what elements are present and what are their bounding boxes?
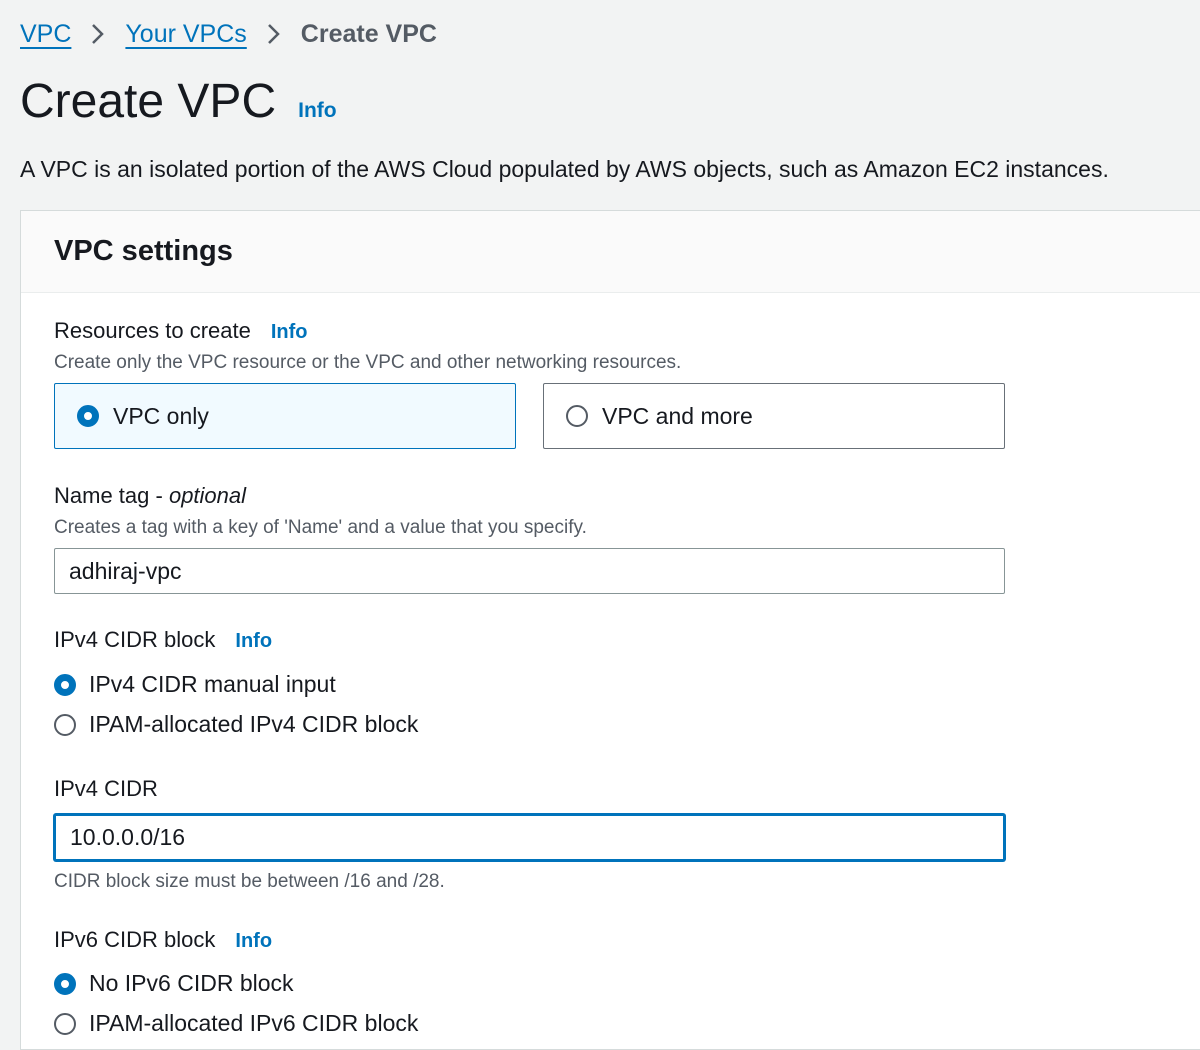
- name-tag-optional: optional: [168, 483, 247, 508]
- resources-label: Resources to create Info: [54, 318, 308, 344]
- ipv4-block-info-link[interactable]: Info: [235, 630, 272, 653]
- breadcrumb: VPC Your VPCs Create VPC: [20, 18, 437, 50]
- ipv4-cidr-label-text: IPv4 CIDR: [54, 776, 158, 801]
- resources-info-link[interactable]: Info: [271, 321, 308, 344]
- radio-unchecked-icon: [566, 405, 588, 427]
- panel-header: VPC settings: [21, 211, 1200, 293]
- ipv4-ipam-radio[interactable]: IPAM-allocated IPv4 CIDR block: [54, 711, 418, 738]
- no-ipv6-label: No IPv6 CIDR block: [89, 970, 294, 996]
- breadcrumb-vpc-link[interactable]: VPC: [20, 20, 71, 49]
- ipv6-ipam-radio[interactable]: IPAM-allocated IPv6 CIDR block: [54, 1010, 418, 1037]
- page-description: A VPC is an isolated portion of the AWS …: [20, 156, 1109, 182]
- ipv4-manual-input-label: IPv4 CIDR manual input: [89, 671, 336, 697]
- ipv4-block-label: IPv4 CIDR block Info: [54, 627, 272, 653]
- ipv6-ipam-label: IPAM-allocated IPv6 CIDR block: [89, 1010, 419, 1036]
- breadcrumb-your-vpcs-link[interactable]: Your VPCs: [125, 20, 246, 49]
- no-ipv6-radio[interactable]: No IPv6 CIDR block: [54, 970, 294, 997]
- panel-title: VPC settings: [54, 235, 233, 267]
- radio-checked-icon: [54, 972, 76, 995]
- radio-unchecked-icon: [54, 1012, 76, 1035]
- radio-checked-icon: [77, 405, 99, 427]
- name-tag-label-text: Name tag: [54, 483, 150, 508]
- resources-hint: Create only the VPC resource or the VPC …: [54, 352, 682, 373]
- ipv4-ipam-label: IPAM-allocated IPv4 CIDR block: [89, 711, 419, 737]
- vpc-settings-panel: VPC settings Resources to create Info Cr…: [20, 210, 1200, 1050]
- ipv6-block-label: IPv6 CIDR block Info: [54, 927, 272, 953]
- radio-unchecked-icon: [54, 713, 76, 736]
- radio-checked-icon: [54, 673, 76, 696]
- breadcrumb-current: Create VPC: [300, 19, 437, 48]
- ipv4-block-label-text: IPv4 CIDR block: [54, 627, 216, 652]
- vpc-only-tile[interactable]: VPC only: [54, 383, 516, 449]
- name-tag-hint: Creates a tag with a key of 'Name' and a…: [54, 517, 587, 538]
- chevron-right-icon: [71, 23, 125, 45]
- ipv4-cidr-hint: CIDR block size must be between /16 and …: [54, 871, 445, 892]
- resources-label-text: Resources to create: [54, 318, 251, 343]
- vpc-and-more-label: VPC and more: [602, 402, 753, 429]
- chevron-right-icon: [247, 23, 301, 45]
- name-tag-label: Name tag - optional: [54, 483, 246, 509]
- name-tag-separator: -: [149, 483, 169, 508]
- ipv6-block-label-text: IPv6 CIDR block: [54, 927, 216, 952]
- ipv6-block-info-link[interactable]: Info: [235, 930, 272, 953]
- ipv4-manual-input-radio[interactable]: IPv4 CIDR manual input: [54, 671, 336, 698]
- vpc-only-label: VPC only: [113, 402, 209, 429]
- ipv4-cidr-label: IPv4 CIDR: [54, 776, 158, 802]
- name-tag-input[interactable]: [54, 548, 1005, 594]
- page-info-link[interactable]: Info: [298, 99, 336, 123]
- page-title: Create VPC: [20, 75, 277, 128]
- vpc-and-more-tile[interactable]: VPC and more: [543, 383, 1005, 449]
- page-header: Create VPC Info: [20, 74, 337, 129]
- ipv4-cidr-input[interactable]: [54, 814, 1005, 861]
